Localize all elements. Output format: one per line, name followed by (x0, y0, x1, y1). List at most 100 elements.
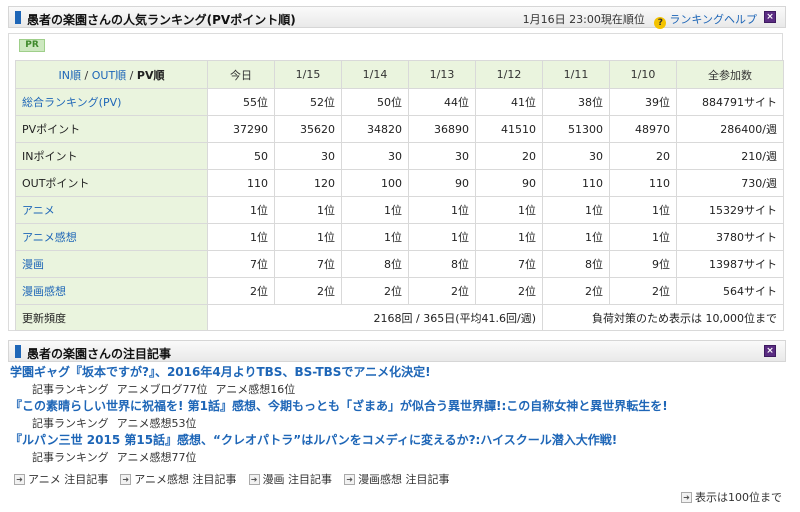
column-header: 全参加数 (676, 60, 784, 89)
column-header: 1/10 (609, 60, 677, 89)
article-rank-badge[interactable]: アニメ感想77位 (117, 451, 197, 464)
table-cell: 1位 (475, 223, 543, 251)
article-ranking-label: 記事ランキング (32, 417, 109, 430)
update-frequency-row: 更新頻度 2168回 / 365日(平均41.6回/週) 負荷対策のため表示は 10… (15, 304, 784, 331)
table-cell: 15329サイト (676, 196, 784, 224)
category-hot-link[interactable]: ➜ 漫画 注目記事 (248, 471, 332, 487)
row-label: PVポイント (15, 115, 208, 143)
table-cell: 90 (408, 169, 476, 197)
table-cell: 7位 (475, 250, 543, 278)
table-cell: 1位 (274, 223, 342, 251)
category-hot-link[interactable]: ➜ 漫画感想 注目記事 (344, 471, 450, 487)
table-cell: 20 (475, 142, 543, 170)
table-cell: 38位 (542, 88, 610, 116)
arrow-right-icon: ➜ (681, 491, 692, 503)
column-header: 1/13 (408, 60, 476, 89)
category-link-label: アニメ感想 注目記事 (134, 473, 237, 486)
table-cell: 30 (542, 142, 610, 170)
table-row: 総合ランキング(PV) 55位 52位 50位 44位 41位 38位 39位 884791サイ… (15, 88, 784, 116)
table-cell: 1位 (341, 196, 409, 224)
row-label[interactable]: 総合ランキング(PV) (15, 88, 208, 116)
table-cell: 110 (207, 169, 275, 197)
close-icon[interactable]: × (764, 345, 776, 357)
table-row: アニメ 1位 1位 1位 1位 1位 1位 1位 15329サイト (15, 196, 784, 224)
table-cell: 51300 (542, 115, 610, 143)
table-cell: 564サイト (676, 277, 784, 305)
table-cell: 210/週 (676, 142, 784, 170)
ranking-panel-header: 愚者の楽園さんの人気ランキング(PVポイント順) 1月16日 23:00現在順位… (8, 6, 786, 29)
column-header: 1/15 (274, 60, 342, 89)
table-cell: 884791サイト (676, 88, 784, 116)
table-cell: 41510 (475, 115, 543, 143)
article-rank-badge[interactable]: アニメ感想16位 (215, 383, 295, 396)
table-cell: 20 (609, 142, 677, 170)
article-list: 学園ギャグ『坂本ですが?』、2016年4月よりTBS、BS-TBSでアニメ化決定… (10, 364, 790, 466)
column-header: 1/12 (475, 60, 543, 89)
table-cell: 52位 (274, 88, 342, 116)
table-cell: 730/週 (676, 169, 784, 197)
hot-articles-title: 愚者の楽園さんの注目記事 (27, 347, 172, 361)
arrow-right-icon: ➜ (344, 473, 356, 485)
show-more-link[interactable]: ➜ 表示は100位まで (681, 489, 782, 505)
table-cell: 41位 (475, 88, 543, 116)
section-bar-marker (15, 345, 21, 358)
row-label[interactable]: アニメ (15, 196, 208, 224)
table-cell: 1位 (475, 196, 543, 224)
category-hot-link[interactable]: ➜ アニメ 注目記事 (14, 471, 108, 487)
table-cell: 100 (341, 169, 409, 197)
hot-articles-header: 愚者の楽園さんの注目記事 × (8, 340, 786, 362)
table-cell: 35620 (274, 115, 342, 143)
row-label[interactable]: アニメ感想 (15, 223, 208, 251)
row-label: OUTポイント (15, 169, 208, 197)
table-cell: 1位 (341, 223, 409, 251)
table-cell: 2位 (274, 277, 342, 305)
table-cell: 37290 (207, 115, 275, 143)
table-cell: 110 (542, 169, 610, 197)
table-cell: 1位 (408, 196, 476, 224)
ranking-header-right: 1月16日 23:00現在順位 ? ランキングヘルプ (523, 11, 757, 29)
row-label[interactable]: 漫画感想 (15, 277, 208, 305)
table-cell: 1位 (408, 223, 476, 251)
table-cell: 3780サイト (676, 223, 784, 251)
category-link-label: アニメ 注目記事 (28, 473, 109, 486)
arrow-right-icon: ➜ (120, 473, 132, 485)
article-title-link[interactable]: 『この素晴らしい世界に祝福を! 第1話』感想、今期もっとも「ざまあ」が似合う異世… (10, 398, 790, 415)
article-meta: 記事ランキング アニメ感想77位 (10, 449, 790, 466)
update-frequency-value: 2168回 / 365日(平均41.6回/週) (207, 304, 543, 331)
table-cell: 48970 (609, 115, 677, 143)
pr-badge[interactable]: PR (19, 39, 45, 52)
table-cell: 90 (475, 169, 543, 197)
table-cell: 2位 (341, 277, 409, 305)
table-cell: 30 (274, 142, 342, 170)
category-link-label: 漫画感想 注目記事 (358, 473, 450, 486)
table-cell: 120 (274, 169, 342, 197)
ranking-help-link[interactable]: ランキングヘルプ (669, 13, 757, 26)
article-title-link[interactable]: 『ルパン三世 2015 第15話』感想、“クレオパトラ”はルパンをコメディに変え… (10, 432, 790, 449)
table-cell: 8位 (408, 250, 476, 278)
table-cell: 8位 (341, 250, 409, 278)
table-cell: 2位 (542, 277, 610, 305)
article-rank-badge[interactable]: アニメ感想53位 (117, 417, 197, 430)
table-row: OUTポイント 110 120 100 90 90 110 110 730/週 (15, 169, 784, 197)
sort-out-link[interactable]: OUT順 (92, 69, 126, 82)
article-meta: 記事ランキング アニメブログ77位 アニメ感想16位 (10, 381, 790, 398)
table-cell: 110 (609, 169, 677, 197)
help-icon[interactable]: ? (654, 17, 667, 29)
table-cell: 34820 (341, 115, 409, 143)
sort-order-cell: IN順 / OUT順 / PV順 (15, 60, 208, 89)
table-row: PVポイント 37290 35620 34820 36890 41510 51300 4897… (15, 115, 784, 143)
update-frequency-label: 更新頻度 (15, 304, 208, 331)
close-icon[interactable]: × (764, 11, 776, 23)
column-header: 1/11 (542, 60, 610, 89)
table-cell: 2位 (207, 277, 275, 305)
table-cell: 55位 (207, 88, 275, 116)
row-label[interactable]: 漫画 (15, 250, 208, 278)
category-hot-link[interactable]: ➜ アニメ感想 注目記事 (120, 471, 237, 487)
article-rank-badge[interactable]: アニメブログ77位 (117, 383, 208, 396)
table-cell: 1位 (207, 196, 275, 224)
article-title-link[interactable]: 学園ギャグ『坂本ですが?』、2016年4月よりTBS、BS-TBSでアニメ化決定… (10, 364, 790, 381)
sort-in-link[interactable]: IN順 (59, 69, 81, 82)
table-cell: 50 (207, 142, 275, 170)
table-cell: 9位 (609, 250, 677, 278)
article-ranking-label: 記事ランキング (32, 383, 109, 396)
